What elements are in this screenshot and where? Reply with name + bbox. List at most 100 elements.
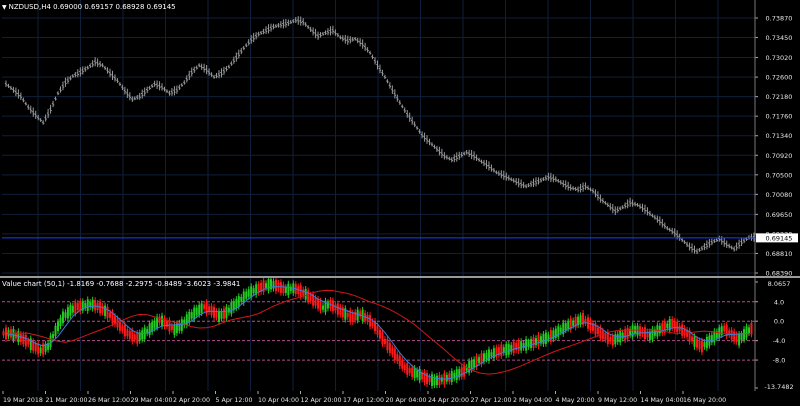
value-candle-bull <box>713 331 716 343</box>
value-candle-bear <box>386 339 389 351</box>
value-candle-bear <box>691 336 694 342</box>
y-tick-label: 0.71340 <box>766 132 793 140</box>
value-candle-bear <box>383 338 386 345</box>
value-candle-bear <box>369 315 372 327</box>
value-candle-bull <box>242 291 245 303</box>
value-candle-bear <box>170 325 173 330</box>
y-tick-label: 0.70920 <box>766 152 793 160</box>
value-candle-bull <box>190 312 193 319</box>
value-candle-bull <box>490 352 493 357</box>
x-tick-label: 29 Mar 04:00 <box>131 397 173 404</box>
value-candle-bear <box>123 324 126 337</box>
value-candle-bull <box>161 315 164 327</box>
value-candle-bear <box>22 334 25 345</box>
x-tick-label: 2 May 04:00 <box>513 397 552 404</box>
y-tick-label: 0.72600 <box>766 74 793 82</box>
value-candle-bull <box>267 279 270 291</box>
value-candle-bull <box>180 319 183 331</box>
x-tick-label: 19 Mar 2018 <box>3 397 43 404</box>
value-candle-bear <box>408 368 411 374</box>
value-candle-bear <box>94 300 97 311</box>
value-candle-bull <box>564 323 567 331</box>
value-candle-bull <box>435 375 438 386</box>
value-candle-bull <box>173 324 176 335</box>
value-candle-bear <box>626 327 629 339</box>
time-axis-canvas: 19 Mar 2018 21 Mar 20:00 26 Mar 12:00 29 Ma… <box>2 391 726 404</box>
y-tick-label: -8.0 <box>773 357 786 365</box>
value-candle-bear <box>76 303 79 311</box>
value-candle-bear <box>396 354 399 362</box>
value-candle-bull <box>69 305 72 316</box>
value-candle-bear <box>351 312 354 322</box>
value-candle-bull <box>148 323 151 335</box>
value-candle-bull <box>693 336 696 347</box>
value-candle-bull <box>235 299 238 308</box>
indicator-canvas[interactable]: 8.0657 4.0 0.0 -4.0 -8.0 -13.7482 <box>0 278 800 391</box>
value-candle-bull <box>507 344 510 355</box>
price-chart-canvas[interactable]: 0.73870 0.73450 0.73020 0.72600 0.72180 0.717… <box>0 0 800 276</box>
value-candle-bear <box>681 324 684 336</box>
y-tick-label: -13.7482 <box>764 383 793 391</box>
value-candle-bear <box>611 335 614 346</box>
x-tick-label: 27 Apr 12:00 <box>471 397 512 404</box>
value-candle-bear <box>126 329 129 337</box>
x-tick-label: 2 Apr 20:00 <box>173 397 210 404</box>
value-candle-bull <box>473 359 476 368</box>
x-tick-label: 14 May 04:00 <box>641 397 684 404</box>
value-candle-bear <box>317 298 320 309</box>
value-candle-bull <box>86 299 89 311</box>
value-candle-bear <box>131 330 134 342</box>
value-candle-bear <box>695 338 698 348</box>
value-candle-bear <box>210 306 213 315</box>
value-candle-bull <box>743 329 746 340</box>
x-tick-label: 24 Apr 20:00 <box>428 397 469 404</box>
value-candle-bull <box>252 288 255 294</box>
value-candle-bear <box>34 343 37 352</box>
value-candle-bull <box>705 336 708 349</box>
value-candle-bull <box>265 283 268 288</box>
value-candle-bull <box>572 320 575 326</box>
value-candle-bear <box>735 334 738 342</box>
value-candle-bull <box>247 289 250 297</box>
value-candle-bull <box>544 332 547 344</box>
value-candle-bull <box>455 369 458 381</box>
price-chart-panel[interactable]: 0.73870 0.73450 0.73020 0.72600 0.72180 0.717… <box>0 0 800 276</box>
value-candle-bull <box>188 311 191 323</box>
collapse-arrow-icon[interactable]: ▼ <box>2 4 7 11</box>
value-candle-bull <box>284 287 287 293</box>
value-candle-bull <box>225 306 228 319</box>
value-candle-bear <box>106 306 109 319</box>
value-candle-bear <box>448 373 451 382</box>
value-candle-bear <box>128 330 131 339</box>
value-candle-bear <box>37 343 40 355</box>
value-candle-bear <box>512 341 515 354</box>
value-candle-bear <box>274 279 277 292</box>
value-candle-bear <box>388 342 391 354</box>
value-candle-bear <box>136 332 139 344</box>
value-candle-bull <box>413 367 416 379</box>
value-candle-bull <box>217 310 220 322</box>
value-candle-bear <box>733 331 736 342</box>
value-candle-bull <box>525 339 528 351</box>
value-candle-bear <box>282 284 285 294</box>
value-candle-bear <box>74 302 77 314</box>
x-tick-label: 17 Apr 12:00 <box>343 397 384 404</box>
value-candle-bull <box>530 339 533 349</box>
value-candle-bear <box>213 307 216 318</box>
x-tick-label: 16 May 20:00 <box>683 397 726 404</box>
value-candle-bull <box>54 325 57 337</box>
y-tick-label: 0.73020 <box>766 54 793 62</box>
value-candle-bull <box>567 321 570 329</box>
value-candle-bull <box>703 342 706 347</box>
y-tick-label: 0.68810 <box>766 250 793 258</box>
y-tick-label: 0.71760 <box>766 113 793 121</box>
value-candle-bull <box>195 307 198 316</box>
value-candle-bull <box>39 347 42 354</box>
value-candle-bull <box>91 299 94 309</box>
value-candle-bear <box>27 340 30 345</box>
value-candle-bull <box>64 312 67 318</box>
indicator-panel[interactable]: 8.0657 4.0 0.0 -4.0 -8.0 -13.7482 Value chart… <box>0 278 800 391</box>
value-candle-bull <box>153 320 156 329</box>
value-candle-bear <box>698 340 701 350</box>
value-candle-bull <box>450 371 453 383</box>
